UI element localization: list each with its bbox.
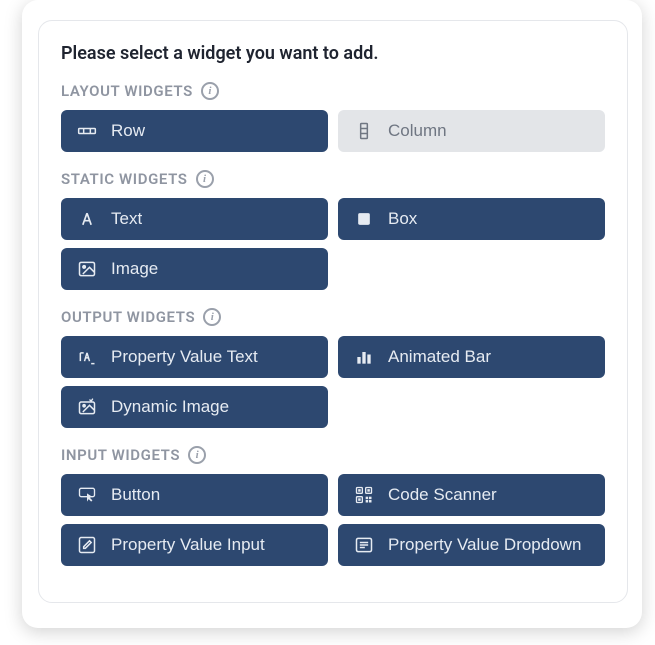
box-icon — [354, 209, 374, 229]
section-label-layout: LAYOUT WIDGETS — [61, 82, 193, 100]
widget-dynamic-image-label: Dynamic Image — [111, 397, 229, 417]
qr-icon — [354, 485, 374, 505]
widget-property-value-dropdown-button[interactable]: Property Value Dropdown — [338, 524, 605, 566]
widget-code-scanner-button[interactable]: Code Scanner — [338, 474, 605, 516]
widget-image-label: Image — [111, 259, 158, 279]
list-icon — [354, 535, 374, 555]
text-icon — [77, 209, 97, 229]
widget-column-label: Column — [388, 121, 447, 141]
widget-box-label: Box — [388, 209, 417, 229]
button-icon — [77, 485, 97, 505]
widget-property-value-dropdown-label: Property Value Dropdown — [388, 535, 581, 555]
widget-column-button: Column — [338, 110, 605, 152]
widget-property-value-input-label: Property Value Input — [111, 535, 265, 555]
widget-text-button[interactable]: Text — [61, 198, 328, 240]
widget-code-scanner-label: Code Scanner — [388, 485, 497, 505]
section-header-static: STATIC WIDGETS i — [61, 170, 605, 188]
widget-image-button[interactable]: Image — [61, 248, 328, 290]
widget-picker-panel: Please select a widget you want to add. … — [38, 20, 628, 603]
panel-title: Please select a widget you want to add. — [61, 43, 605, 64]
widget-row-button[interactable]: Row — [61, 110, 328, 152]
section-header-input: INPUT WIDGETS i — [61, 446, 605, 464]
widget-dynamic-image-button[interactable]: Dynamic Image — [61, 386, 328, 428]
edit-icon — [77, 535, 97, 555]
property-text-icon — [77, 347, 97, 367]
image-icon — [77, 259, 97, 279]
widget-property-value-text-button[interactable]: Property Value Text — [61, 336, 328, 378]
widget-property-value-text-label: Property Value Text — [111, 347, 258, 367]
info-icon[interactable]: i — [196, 170, 214, 188]
widget-animated-bar-label: Animated Bar — [388, 347, 491, 367]
section-label-input: INPUT WIDGETS — [61, 446, 180, 464]
info-icon[interactable]: i — [201, 82, 219, 100]
widget-box-button[interactable]: Box — [338, 198, 605, 240]
section-label-output: OUTPUT WIDGETS — [61, 308, 195, 326]
widget-property-value-input-button[interactable]: Property Value Input — [61, 524, 328, 566]
info-icon[interactable]: i — [203, 308, 221, 326]
info-icon[interactable]: i — [188, 446, 206, 464]
bar-chart-icon — [354, 347, 374, 367]
row-icon — [77, 121, 97, 141]
widget-row-label: Row — [111, 121, 145, 141]
widget-button-label: Button — [111, 485, 160, 505]
section-header-layout: LAYOUT WIDGETS i — [61, 82, 605, 100]
column-icon — [354, 121, 374, 141]
widget-button-button[interactable]: Button — [61, 474, 328, 516]
dynamic-image-icon — [77, 397, 97, 417]
section-header-output: OUTPUT WIDGETS i — [61, 308, 605, 326]
widget-animated-bar-button[interactable]: Animated Bar — [338, 336, 605, 378]
section-label-static: STATIC WIDGETS — [61, 170, 188, 188]
widget-text-label: Text — [111, 209, 142, 229]
